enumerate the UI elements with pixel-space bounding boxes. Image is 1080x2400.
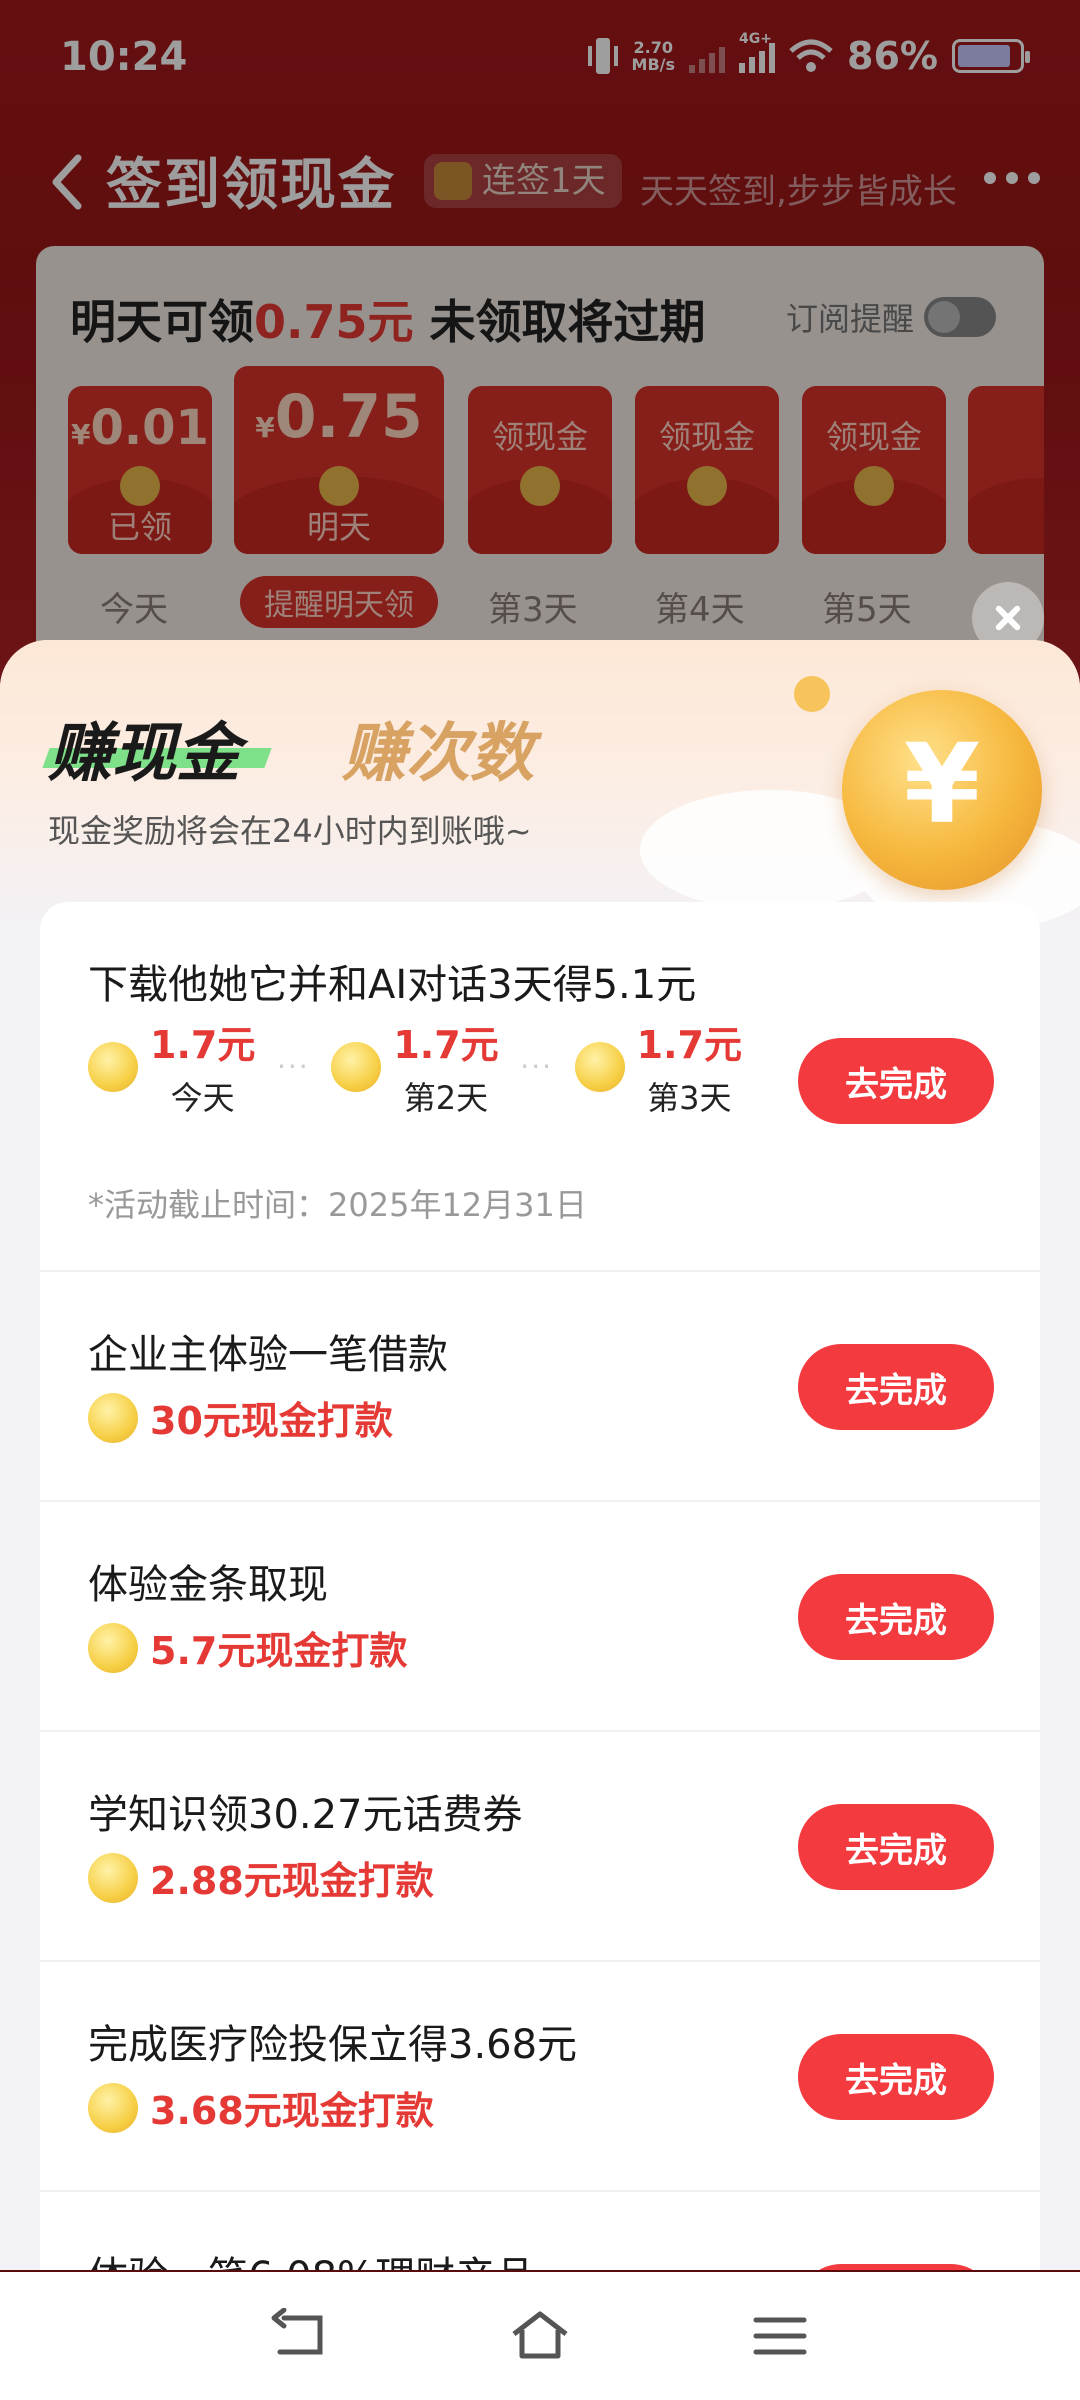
- task-reward: 30元现金打款: [88, 1390, 393, 1445]
- modal-overlay: [0, 0, 1080, 720]
- coin-icon: [88, 2082, 138, 2133]
- task-name: 下载他她它并和AI对话3天得5.1元: [88, 962, 697, 1008]
- task-item: 学知识领30.27元话费券 2.88元现金打款 去完成: [40, 1732, 1040, 1962]
- task-reward: 3.68元现金打款: [88, 2080, 434, 2135]
- task-item: 完成医疗险投保立得3.68元 3.68元现金打款 去完成: [40, 1962, 1040, 2192]
- task-reward: 2.88元现金打款: [88, 1850, 434, 1905]
- sheet-note: 现金奖励将会在24小时内到账哦~: [48, 812, 532, 850]
- coin-icon: [574, 1041, 625, 1092]
- back-nav-icon[interactable]: [270, 2308, 330, 2364]
- task-step: 1.7元 第2天: [331, 1014, 499, 1119]
- coin-icon: [88, 1041, 138, 1092]
- task-name: 企业主体验一笔借款: [88, 1332, 448, 1378]
- task-name: 学知识领30.27元话费券: [88, 1792, 523, 1838]
- menu-nav-icon[interactable]: [750, 2308, 810, 2364]
- tab-earn-times[interactable]: 赚次数: [342, 702, 534, 794]
- task-list: 下载他她它并和AI对话3天得5.1元 1.7元 今天 ··· 1.7元 第2天 ··…: [40, 902, 1040, 2270]
- task-steps: 1.7元 今天 ··· 1.7元 第2天 ··· 1.7元 第3天: [88, 1014, 742, 1119]
- go-complete-button[interactable]: 去完成: [798, 2264, 994, 2270]
- task-item: 企业主体验一笔借款 30元现金打款 去完成: [40, 1272, 1040, 1502]
- task-item: 体验一笔6.08%理财产品 去完成: [40, 2192, 1040, 2270]
- task-reward: 5.7元现金打款: [88, 1620, 407, 1675]
- task-step: 1.7元 今天: [88, 1014, 255, 1119]
- coin-icon: [331, 1041, 382, 1092]
- system-nav-bar: [0, 2272, 1080, 2400]
- go-complete-button[interactable]: 去完成: [798, 1344, 994, 1430]
- home-nav-icon[interactable]: [510, 2308, 570, 2364]
- coin-icon: [88, 1392, 138, 1443]
- earn-cash-sheet: ¥ 赚现金 赚次数 现金奖励将会在24小时内到账哦~ 下载他她它并和AI对话3天…: [0, 640, 1080, 2270]
- small-coin-icon: [794, 676, 830, 712]
- task-deadline: *活动截止时间：2025年12月31日: [88, 1186, 587, 1224]
- go-complete-button[interactable]: 去完成: [798, 1038, 994, 1124]
- task-name: 体验一笔6.08%理财产品: [88, 2244, 535, 2270]
- go-complete-button[interactable]: 去完成: [798, 1804, 994, 1890]
- go-complete-button[interactable]: 去完成: [798, 1574, 994, 1660]
- task-name: 完成医疗险投保立得3.68元: [88, 2022, 578, 2068]
- task-item: 下载他她它并和AI对话3天得5.1元 1.7元 今天 ··· 1.7元 第2天 ··…: [40, 902, 1040, 1272]
- task-name: 体验金条取现: [88, 1562, 328, 1608]
- go-complete-button[interactable]: 去完成: [798, 2034, 994, 2120]
- task-item: 体验金条取现 5.7元现金打款 去完成: [40, 1502, 1040, 1732]
- coin-icon: [88, 1622, 138, 1673]
- coin-icon: [88, 1852, 138, 1903]
- tab-earn-cash[interactable]: 赚现金: [48, 702, 240, 794]
- yuan-coin-icon: ¥: [842, 690, 1042, 890]
- task-step: 1.7元 第3天: [574, 1014, 742, 1119]
